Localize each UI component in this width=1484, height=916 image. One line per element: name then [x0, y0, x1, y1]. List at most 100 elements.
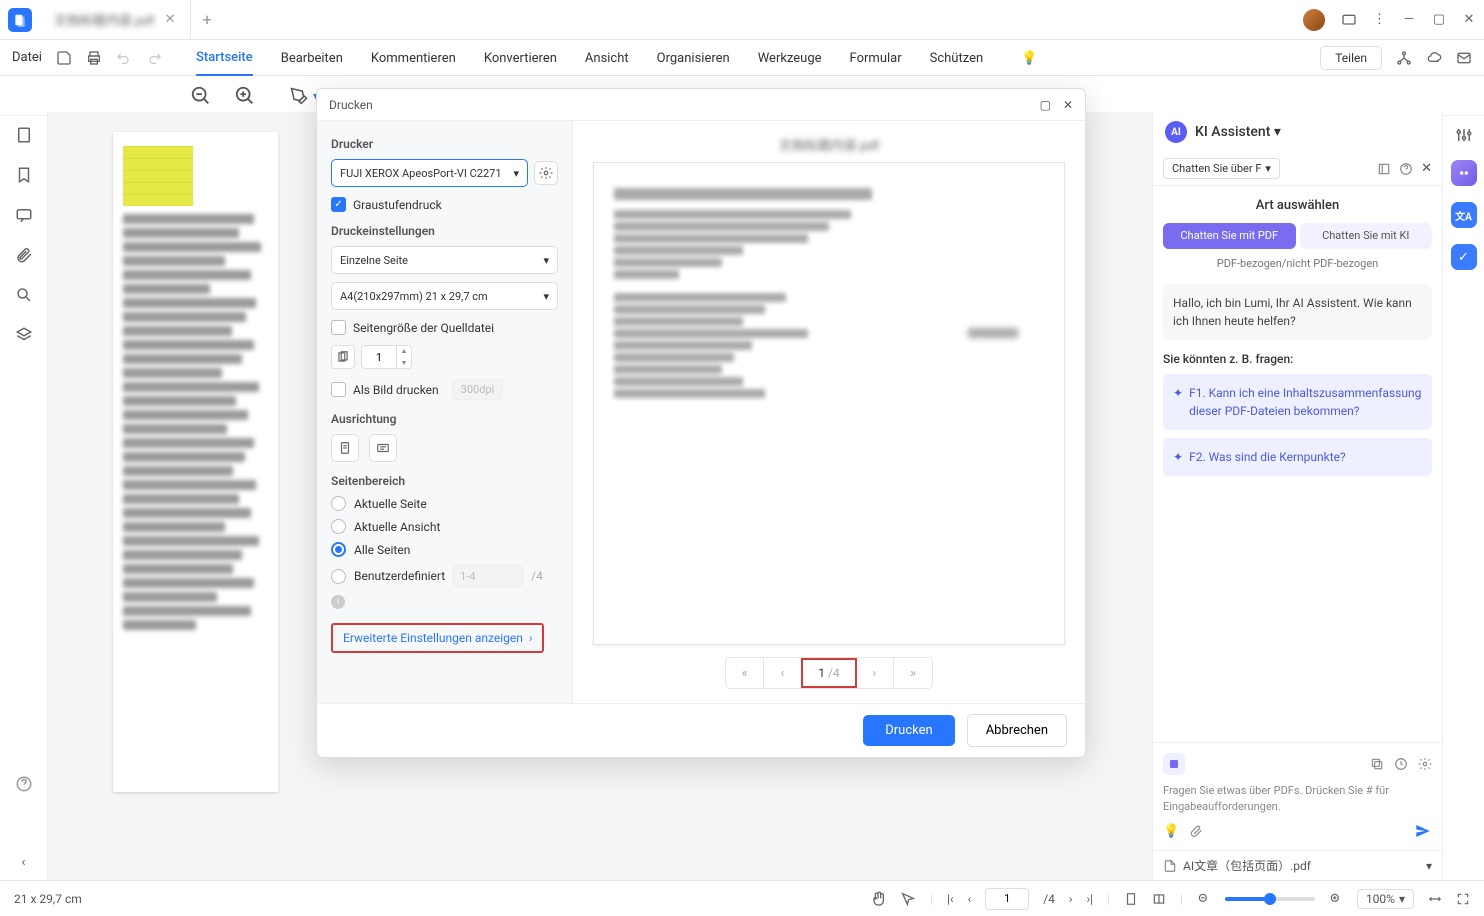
- bookmarks-icon[interactable]: [15, 166, 33, 184]
- search-rail-icon[interactable]: [15, 286, 33, 304]
- info-icon[interactable]: i: [331, 595, 345, 609]
- last-page-icon[interactable]: ›|: [1087, 892, 1094, 906]
- zoom-out-icon[interactable]: [190, 85, 212, 107]
- ai-tab-pdf[interactable]: Chatten Sie mit PDF: [1163, 223, 1296, 249]
- help-icon[interactable]: [15, 775, 33, 793]
- message-icon[interactable]: [1341, 12, 1357, 28]
- sitemap-icon[interactable]: [1396, 50, 1412, 66]
- scroll-mode-icon[interactable]: [1124, 892, 1138, 906]
- maximize-icon[interactable]: ▢: [1432, 13, 1446, 27]
- print-button[interactable]: Drucken: [863, 715, 954, 746]
- page-input[interactable]: [985, 888, 1029, 910]
- mail-icon[interactable]: [1456, 50, 1472, 66]
- prev-page-icon[interactable]: ‹: [968, 892, 972, 906]
- check-chip-icon[interactable]: ✓: [1451, 244, 1477, 270]
- as-image-checkbox[interactable]: [331, 382, 346, 397]
- sliders-icon[interactable]: [1455, 126, 1473, 144]
- undo-icon[interactable]: [116, 50, 132, 66]
- pager-prev[interactable]: ‹: [764, 658, 802, 688]
- zoom-value[interactable]: 100%▾: [1357, 889, 1414, 909]
- zoom-in-icon[interactable]: [234, 85, 256, 107]
- tab-comment[interactable]: Kommentieren: [371, 40, 456, 76]
- printer-settings-button[interactable]: [534, 161, 558, 185]
- copies-down[interactable]: ▼: [397, 357, 411, 369]
- dialog-close-icon[interactable]: ✕: [1063, 98, 1073, 112]
- cloud-icon[interactable]: [1426, 50, 1442, 66]
- copies-up[interactable]: ▲: [397, 345, 411, 357]
- ai-tab-ki[interactable]: Chatten Sie mit KI: [1300, 223, 1433, 249]
- fullscreen-icon[interactable]: [1456, 892, 1470, 906]
- ai-chip-icon[interactable]: [1451, 160, 1477, 186]
- read-mode-icon[interactable]: [1152, 892, 1166, 906]
- redo-icon[interactable]: [146, 50, 162, 66]
- pager-first[interactable]: «: [726, 658, 764, 688]
- more-icon[interactable]: ⋮: [1373, 12, 1386, 27]
- tab-organize[interactable]: Organisieren: [657, 40, 730, 76]
- comments-icon[interactable]: [15, 206, 33, 224]
- range-all-radio[interactable]: [331, 542, 346, 557]
- first-page-icon[interactable]: |‹: [947, 892, 954, 906]
- attach-icon[interactable]: [1189, 824, 1203, 838]
- orient-portrait-button[interactable]: [331, 434, 359, 462]
- next-page-icon[interactable]: ›: [1069, 892, 1073, 906]
- close-window-icon[interactable]: ✕: [1462, 13, 1476, 27]
- tab-edit[interactable]: Bearbeiten: [281, 40, 343, 76]
- ai-chip-icon[interactable]: [1163, 753, 1185, 775]
- tab-view[interactable]: Ansicht: [585, 40, 629, 76]
- avatar[interactable]: [1303, 9, 1325, 31]
- tab-tools[interactable]: Werkzeuge: [758, 40, 822, 76]
- zoom-in-sb-icon[interactable]: [1329, 892, 1343, 906]
- layers-icon[interactable]: [15, 326, 33, 344]
- printer-select[interactable]: FUJI XEROX ApeosPort-VI C2271 ▾: [331, 159, 528, 187]
- ai-suggest-2[interactable]: ✦F2. Was sind die Kernpunkte?: [1163, 438, 1432, 476]
- bulb-icon[interactable]: 💡: [1163, 824, 1179, 839]
- file-menu[interactable]: Datei: [12, 50, 42, 65]
- document-tab[interactable]: 文档标题内容.pdf ✕: [40, 0, 191, 40]
- pager-last[interactable]: »: [894, 658, 932, 688]
- source-size-checkbox[interactable]: [331, 320, 346, 335]
- history-icon[interactable]: [1394, 753, 1408, 775]
- orient-landscape-button[interactable]: [369, 434, 397, 462]
- ai-input-placeholder[interactable]: Fragen Sie etwas über PDFs. Drücken Sie …: [1163, 783, 1432, 814]
- tab-start[interactable]: Startseite: [196, 40, 253, 76]
- copies-input[interactable]: [362, 351, 396, 364]
- send-icon[interactable]: [1414, 822, 1432, 840]
- select-icon[interactable]: [900, 891, 916, 907]
- lightbulb-icon[interactable]: 💡: [1021, 51, 1037, 66]
- collate-button[interactable]: [331, 345, 355, 369]
- tab-protect[interactable]: Schützen: [930, 40, 984, 76]
- chevron-down-icon[interactable]: ▾: [1426, 859, 1432, 873]
- copies-spinner[interactable]: ▲▼: [361, 345, 412, 369]
- tab-close-icon[interactable]: ✕: [165, 12, 176, 27]
- hand-icon[interactable]: [870, 891, 886, 907]
- close-ai-icon[interactable]: ✕: [1421, 161, 1432, 176]
- print-icon[interactable]: [86, 50, 102, 66]
- copy-icon[interactable]: [1370, 753, 1384, 775]
- minimize-icon[interactable]: —: [1402, 13, 1416, 27]
- tab-form[interactable]: Formular: [850, 40, 902, 76]
- paper-size-select[interactable]: A4(210x297mm) 21 x 29,7 cm▾: [331, 282, 558, 310]
- ai-suggest-1[interactable]: ✦F1. Kann ich eine Inhaltszusammenfassun…: [1163, 374, 1432, 430]
- grayscale-checkbox[interactable]: ✓: [331, 197, 346, 212]
- ai-title[interactable]: KI Assistent ▾: [1195, 124, 1281, 140]
- collapse-rail-icon[interactable]: ‹: [22, 855, 26, 870]
- cancel-button[interactable]: Abbrechen: [967, 714, 1067, 747]
- range-view-radio[interactable]: [331, 519, 346, 534]
- pager-next[interactable]: ›: [856, 658, 894, 688]
- save-icon[interactable]: [56, 50, 72, 66]
- sheet-mode-select[interactable]: Einzelne Seite▾: [331, 246, 558, 274]
- ai-chat-mode-dropdown[interactable]: Chatten Sie über F▾: [1163, 158, 1280, 179]
- thumbnails-icon[interactable]: [15, 126, 33, 144]
- zoom-out-sb-icon[interactable]: [1197, 892, 1211, 906]
- dialog-maximize-icon[interactable]: ▢: [1040, 98, 1051, 112]
- fit-width-icon[interactable]: [1428, 892, 1442, 906]
- zoom-slider[interactable]: [1225, 897, 1315, 901]
- translate-chip-icon[interactable]: 文A: [1451, 202, 1477, 228]
- add-tab-button[interactable]: +: [191, 10, 224, 29]
- help-ai-icon[interactable]: [1399, 162, 1413, 176]
- range-current-radio[interactable]: [331, 496, 346, 511]
- range-custom-radio[interactable]: [331, 569, 346, 584]
- tool-highlight[interactable]: ▾: [290, 87, 319, 105]
- advanced-settings-link[interactable]: Erweiterte Einstellungen anzeigen ›: [331, 623, 544, 653]
- ai-file-row[interactable]: AI文章（包括页面）.pdf ▾: [1153, 850, 1442, 880]
